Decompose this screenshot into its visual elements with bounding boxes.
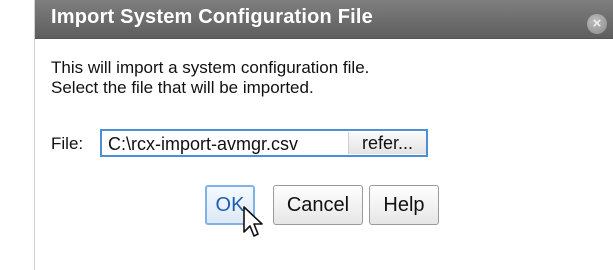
file-path-value[interactable]: C:\rcx-import-avmgr.csv — [108, 134, 298, 155]
import-dialog: Import System Configuration File × This … — [34, 0, 613, 270]
mouse-pointer-icon — [243, 206, 263, 237]
cancel-button[interactable]: Cancel — [273, 185, 363, 225]
message-line-1: This will import a system configuration … — [51, 58, 370, 77]
dialog-message: This will import a system configuration … — [51, 58, 369, 98]
message-line-2: Select the file that will be imported. — [51, 78, 314, 97]
file-label: File: — [51, 134, 84, 153]
dialog-title: Import System Configuration File — [51, 6, 373, 28]
help-button[interactable]: Help — [369, 185, 439, 225]
refer-button[interactable]: refer... — [348, 132, 426, 154]
close-icon[interactable]: × — [587, 14, 607, 34]
file-path-field[interactable]: C:\rcx-import-avmgr.csv refer... — [100, 129, 428, 157]
dialog-titlebar[interactable]: Import System Configuration File × — [35, 0, 613, 39]
